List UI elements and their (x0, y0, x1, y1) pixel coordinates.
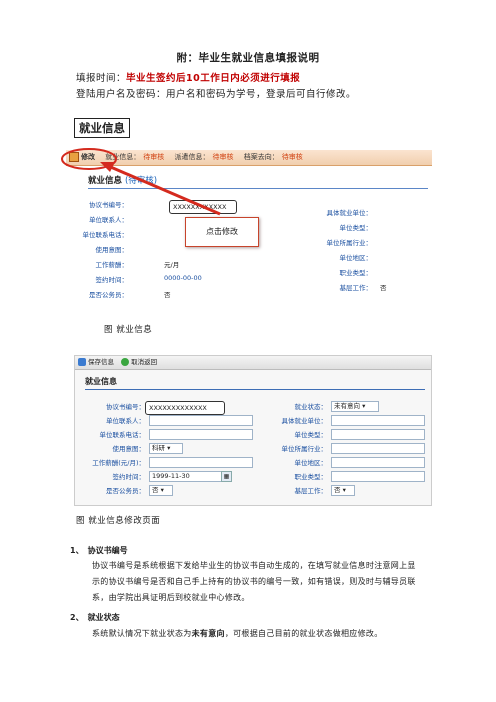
field-label: 签约时间： (95, 276, 129, 284)
item-number: 2、 (70, 613, 84, 622)
employment-status-value: 未有意向 (334, 402, 360, 410)
login-line: 登陆用户名及密码：用户名和密码为学号，登录后可自行修改。 (76, 89, 357, 100)
field-label: 具体就业单位： (281, 417, 328, 425)
item-2-text-post: ，可根据自己目前的就业状态做相应修改。 (224, 629, 383, 638)
field-label: 单位类型： (294, 431, 328, 439)
salary-input[interactable] (149, 457, 253, 468)
field-label: 使用意图： (95, 246, 129, 254)
grassroots-value: 否 (380, 284, 387, 292)
click-to-edit-callout: 点击修改 (185, 217, 259, 247)
employment-status-select[interactable]: 未有意向 ▾ (331, 401, 379, 412)
civil-servant-select[interactable]: 否 ▾ (149, 485, 173, 496)
item-1-heading: 1、 协议书编号 (70, 545, 128, 556)
section-header: 就业信息 (85, 376, 425, 390)
employment-edit-screenshot: 保存信息 取消返回 就业信息 协议书编号： 单位联系人： 单位联系电话： 使用意… (74, 355, 432, 506)
fill-time-line: 填报时间：毕业生签约后10工作日内必须进行填报 (76, 70, 300, 84)
arrow-shaft (105, 163, 221, 216)
cancel-button[interactable]: 取消返回 (131, 358, 157, 366)
field-label: 工作薪酬： (95, 261, 129, 269)
field-label: 签约时间： (112, 473, 146, 481)
field-label: 单位联系电话： (99, 431, 146, 439)
edit-toolbar: 保存信息 取消返回 (75, 356, 431, 370)
sign-date-value: 0000-00-00 (164, 274, 202, 282)
item-2-heading: 2、 就业状态 (70, 612, 120, 623)
salary-value: 元/月 (164, 261, 180, 269)
fill-time-value: 毕业生签约后10工作日内必须进行填报 (126, 73, 301, 84)
field-label: 单位所属行业： (326, 239, 373, 247)
occupation-input[interactable] (331, 471, 425, 482)
figure-caption-1: 图 就业信息 (104, 325, 153, 335)
field-label: 协议书编号： (106, 403, 145, 411)
calendar-icon[interactable]: ▦ (221, 471, 232, 482)
region-input[interactable] (331, 457, 425, 468)
field-label: 单位所属行业： (281, 445, 328, 453)
sign-date-input[interactable]: 1999-11-30 (149, 471, 223, 482)
unit-type-input[interactable] (331, 429, 425, 440)
field-label: 工作薪酬(元/月)： (92, 459, 145, 467)
item-1-text: 协议书编号是系统根据下发给毕业生的协议书自动生成的，在填写就业信息时注意网上显示… (92, 561, 416, 602)
grassroots-value: 否 (334, 486, 341, 494)
usage-intent-select[interactable]: 科研 ▾ (149, 443, 183, 454)
usage-intent-value: 科研 (152, 444, 165, 452)
civil-servant-value: 否 (164, 291, 171, 299)
field-label: 使用意图： (112, 445, 146, 453)
page-title: 附：毕业生就业信息填报说明 (176, 52, 320, 64)
field-label: 基层工作： (339, 284, 373, 292)
contact-phone-input[interactable] (149, 429, 253, 440)
item-2-text-pre: 系统默认情况下就业状态为 (92, 629, 192, 638)
figure-caption-2: 图 就业信息修改页面 (76, 516, 161, 526)
field-label: 单位地区： (294, 459, 328, 467)
field-label: 单位地区： (339, 254, 373, 262)
field-label: 职业类型： (294, 473, 328, 481)
section-box-heading: 就业信息 (74, 118, 130, 138)
item-2-text: 系统默认情况下就业状态为未有意向，可根据自己目前的就业状态做相应修改。 (92, 626, 422, 642)
save-button[interactable]: 保存信息 (88, 358, 114, 366)
field-label: 是否公务员： (106, 487, 145, 495)
employer-input[interactable] (331, 415, 425, 426)
item-title: 协议书编号 (87, 546, 128, 555)
field-label: 具体就业单位： (326, 209, 373, 217)
field-label: 单位联系人： (106, 417, 145, 425)
item-title: 就业状态 (87, 613, 120, 622)
field-label: 是否公务员： (89, 291, 128, 299)
fill-time-label: 填报时间： (76, 73, 127, 84)
field-label: 单位联系电话： (82, 231, 129, 239)
field-label: 职业类型： (339, 269, 373, 277)
back-icon (121, 358, 130, 366)
toolbar-archive-status: 待审核 (281, 153, 303, 161)
grassroots-select[interactable]: 否 ▾ (331, 485, 355, 496)
item-number: 1、 (70, 546, 84, 555)
contact-person-input[interactable] (149, 415, 253, 426)
industry-input[interactable] (331, 443, 425, 454)
field-label: 单位类型： (339, 224, 373, 232)
field-label: 基层工作： (294, 487, 328, 495)
item-2-text-bold: 未有意向 (191, 629, 225, 638)
field-label: 就业状态： (294, 403, 328, 411)
agreement-number-value: XXXXXXXXXXXXX (145, 401, 225, 415)
civil-servant-value: 否 (152, 486, 159, 494)
save-icon (78, 358, 86, 366)
arrow-annotation (61, 148, 221, 216)
